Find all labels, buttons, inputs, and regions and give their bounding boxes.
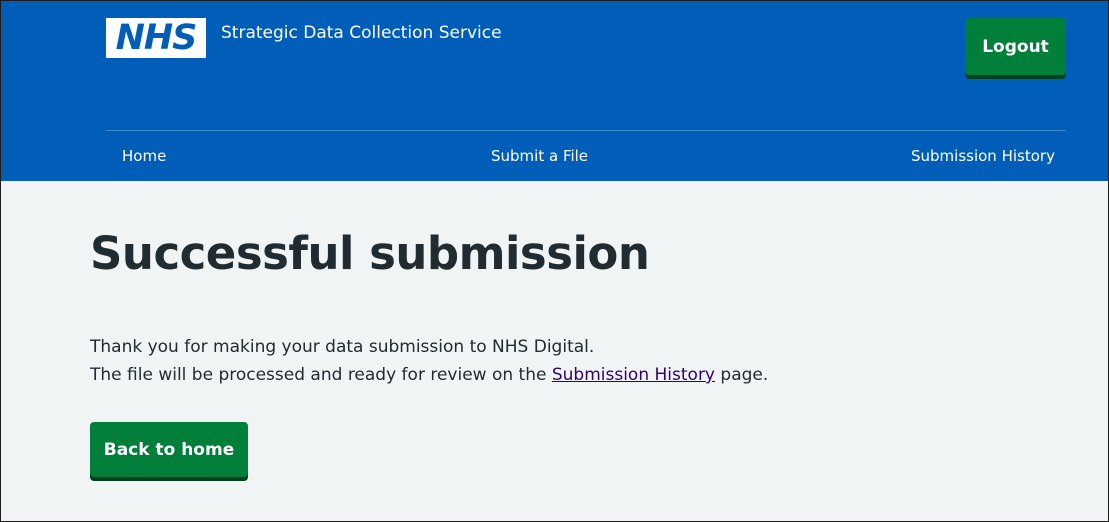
logout-button[interactable]: Logout [965,18,1066,75]
nav-item-home[interactable]: Home [122,147,166,165]
processing-text: The file will be processed and ready for… [90,365,768,385]
nav-item-submit-a-file[interactable]: Submit a File [491,147,588,165]
site-header: NHS Strategic Data Collection Service Lo… [1,1,1108,181]
page-frame: NHS Strategic Data Collection Service Lo… [0,0,1109,522]
back-to-home-button[interactable]: Back to home [90,422,248,477]
page-title: Successful submission [90,227,650,280]
nav-divider [106,130,1066,131]
nav-item-submission-history[interactable]: Submission History [911,147,1055,165]
processing-text-prefix: The file will be processed and ready for… [90,365,552,385]
processing-text-suffix: page. [715,365,769,385]
nhs-logo-text: NHS [115,18,198,58]
submission-history-link[interactable]: Submission History [552,365,715,385]
nhs-logo[interactable]: NHS [106,18,206,58]
confirmation-text: Thank you for making your data submissio… [90,337,595,357]
service-name[interactable]: Strategic Data Collection Service [221,23,502,43]
